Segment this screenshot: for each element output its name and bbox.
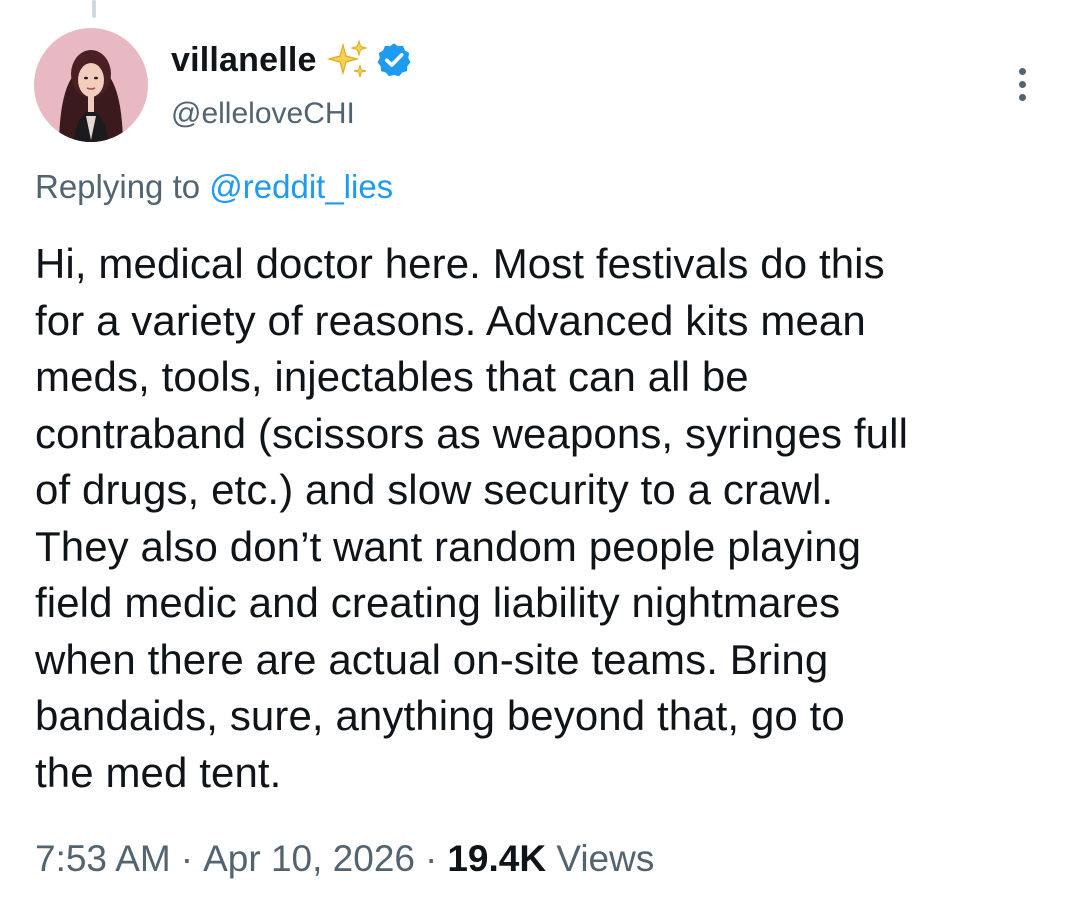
tweet-text: Hi, medical doctor here. Most festivals … [35,236,1065,801]
tweet-meta: 7:53 AM · Apr 10, 2026 · 19.4K Views [35,838,654,880]
tweet-text-line: of drugs, etc.) and slow security to a c… [35,466,834,513]
tweet-text-line: the med tent. [35,748,282,796]
tweet-text-line: bandaids, sure, anything beyond that, go… [35,692,845,739]
views-label: Views [556,838,655,879]
tweet-text-line: Hi, medical doctor here. Most festivals … [35,240,885,287]
tweet-text-line: when there are actual on-site teams. Bri… [35,635,829,683]
tweet-text-line: for a variety of reasons. Advanced kits … [35,296,866,344]
tweet-text-line: They also don’t want random people playi… [35,522,862,570]
author-name-row: villanelle [171,34,413,86]
reply-mention-link[interactable]: @reddit_lies [209,168,393,205]
meta-separator: · [424,838,438,879]
sparkles-icon [325,37,371,83]
thread-connector-line [92,0,96,18]
replying-to: Replying to @reddit_lies [35,168,393,206]
author-handle[interactable]: @elleloveCHI [171,97,355,131]
author-display-name[interactable]: villanelle [171,41,317,80]
verified-icon[interactable] [375,41,413,79]
more-dot [1018,93,1026,101]
more-dot [1018,67,1026,75]
tweet-date[interactable]: Apr 10, 2026 [203,838,415,879]
views-count[interactable]: 19.4K [447,838,546,879]
tweet-text-line: field medic and creating liability night… [35,579,841,626]
more-options-icon[interactable] [1004,62,1040,106]
tweet-text-line: meds, tools, injectables that can all be [35,353,749,400]
more-dot [1018,80,1026,88]
tweet-time[interactable]: 7:53 AM [35,838,171,879]
replying-to-label: Replying to [35,168,210,205]
tweet-text-line: contraband (scissors as weapons, syringe… [35,409,909,457]
meta-separator: · [180,838,194,879]
avatar[interactable] [34,28,148,142]
